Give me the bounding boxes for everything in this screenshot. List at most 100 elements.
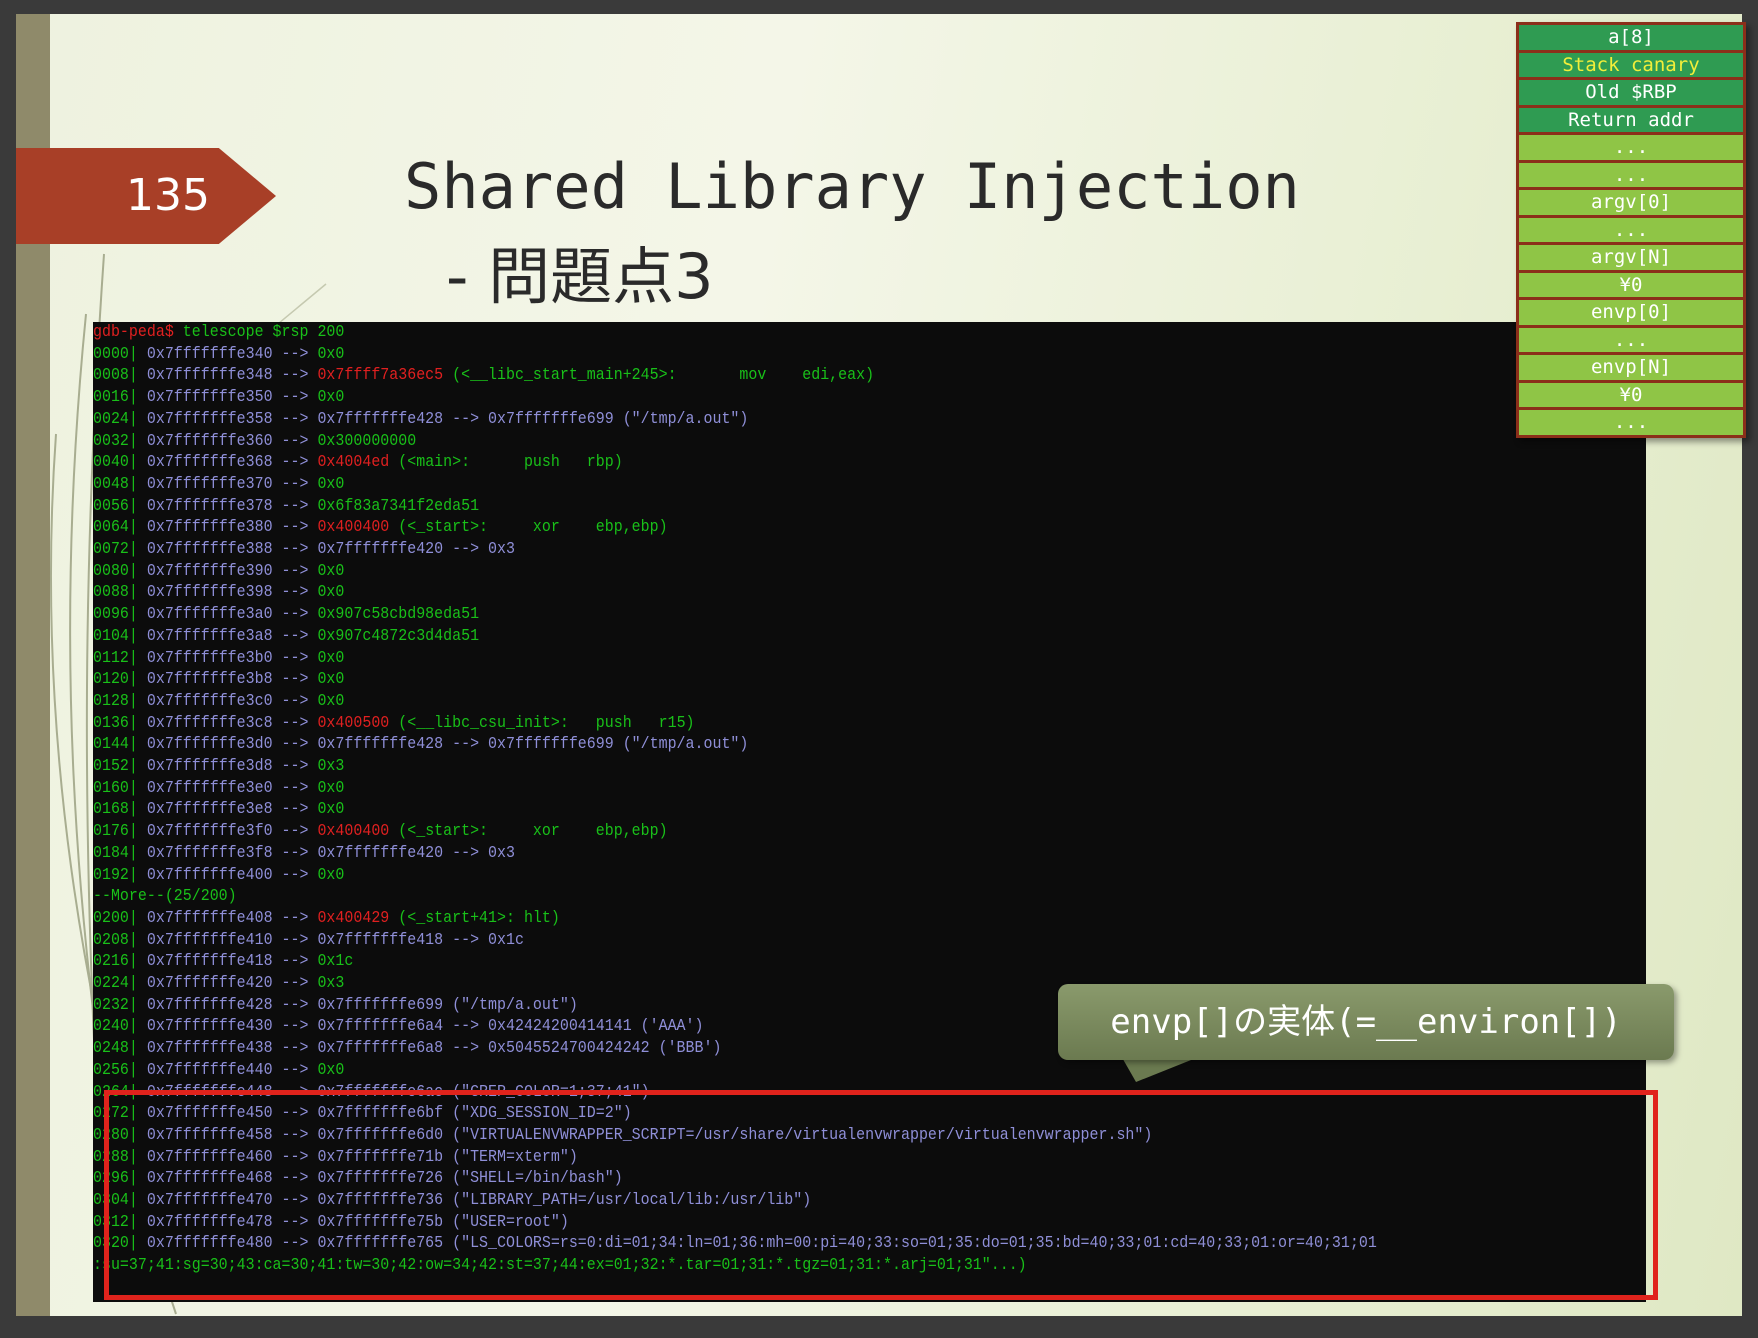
telescope-row: 0160| 0x7fffffffe3e0 --> 0x0	[93, 778, 344, 799]
row-address: 0x7fffffffe3d0	[146, 735, 273, 755]
row-detail: --> 0x42424200414141 ('AAA')	[443, 1017, 704, 1037]
row-value: 0x0	[317, 691, 345, 711]
row-separator: |	[128, 453, 147, 473]
row-value: 0x0	[317, 583, 345, 603]
row-address: 0x7fffffffe3f0	[146, 822, 273, 842]
row-arrow: -->	[272, 409, 318, 429]
row-arrow: -->	[272, 974, 318, 993]
row-arrow: -->	[272, 800, 318, 820]
row-detail: --> 0x7fffffffe699 ("/tmp/a.out")	[443, 409, 749, 429]
row-offset: 0128	[93, 691, 129, 711]
telescope-row: 0080| 0x7fffffffe390 --> 0x0	[93, 561, 344, 582]
row-arrow: -->	[272, 670, 318, 690]
row-arrow: -->	[272, 865, 318, 885]
row-separator: |	[128, 800, 147, 820]
row-separator: |	[128, 648, 147, 668]
row-value: 0x7fffffffe6a4	[317, 1017, 444, 1037]
row-value: 0x0	[317, 1060, 345, 1080]
row-offset: 0072	[93, 540, 129, 559]
stack-cell: Return addr	[1519, 107, 1743, 135]
row-value: 0x7fffffffe428	[317, 735, 444, 755]
row-arrow: -->	[272, 453, 318, 473]
row-detail: --> 0x3	[443, 540, 515, 559]
row-detail: ("/tmp/a.out")	[443, 995, 578, 1015]
row-separator: |	[128, 605, 147, 625]
telescope-row: 0200| 0x7fffffffe408 --> 0x400429 (<_sta…	[93, 908, 560, 929]
row-separator: |	[128, 431, 147, 451]
stack-cell: Stack canary	[1519, 52, 1743, 80]
row-address: 0x7fffffffe3a0	[146, 605, 273, 625]
row-address: 0x7fffffffe3d8	[146, 757, 273, 776]
row-arrow: -->	[272, 540, 318, 559]
row-offset: 0176	[93, 822, 129, 842]
row-value: 0x0	[317, 670, 345, 690]
row-value: 0x0	[317, 561, 345, 581]
row-value: 0x7ffff7a36ec5	[317, 366, 444, 386]
row-offset: 0256	[93, 1060, 129, 1080]
row-detail: --> 0x1c	[443, 930, 524, 950]
gdb-command: telescope $rsp 200	[173, 323, 345, 342]
row-address: 0x7fffffffe3b0	[146, 648, 273, 668]
row-arrow: -->	[272, 626, 318, 646]
telescope-row: 0104| 0x7fffffffe3a8 --> 0x907c4872c3d4d…	[93, 626, 479, 647]
slide-number: 135	[126, 170, 210, 221]
row-detail: (<main>: push rbp)	[389, 453, 623, 473]
row-address: 0x7fffffffe3f8	[146, 843, 273, 863]
row-value: 0x400429	[317, 908, 390, 928]
row-offset: 0024	[93, 409, 129, 429]
row-address: 0x7fffffffe3c0	[146, 691, 273, 711]
row-offset: 0248	[93, 1039, 129, 1059]
row-address: 0x7fffffffe400	[146, 865, 273, 885]
row-value: 0x400400	[317, 822, 390, 842]
telescope-row: 0208| 0x7fffffffe410 --> 0x7fffffffe418 …	[93, 930, 524, 951]
row-offset: 0144	[93, 735, 129, 755]
row-offset: 0224	[93, 974, 129, 993]
telescope-row: 0144| 0x7fffffffe3d0 --> 0x7fffffffe428 …	[93, 734, 748, 755]
telescope-row: 0224| 0x7fffffffe420 --> 0x3	[93, 973, 344, 994]
telescope-row: 0120| 0x7fffffffe3b8 --> 0x0	[93, 669, 344, 690]
row-address: 0x7fffffffe418	[146, 952, 273, 972]
telescope-row: 0112| 0x7fffffffe3b0 --> 0x0	[93, 648, 344, 669]
row-separator: |	[128, 757, 147, 776]
row-separator: |	[128, 518, 147, 538]
row-detail: --> 0x5045524700424242 ('BBB')	[443, 1039, 722, 1059]
row-value: 0x7fffffffe699	[317, 995, 444, 1015]
telescope-row: 0064| 0x7fffffffe380 --> 0x400400 (<_sta…	[93, 517, 668, 538]
telescope-row: 0256| 0x7fffffffe440 --> 0x0	[93, 1060, 344, 1081]
row-arrow: -->	[272, 583, 318, 603]
row-detail: --> 0x3	[443, 843, 515, 863]
row-address: 0x7fffffffe408	[146, 908, 273, 928]
row-value: 0x0	[317, 344, 345, 364]
row-separator: |	[128, 952, 147, 972]
row-offset: 0112	[93, 648, 129, 668]
row-separator: |	[128, 670, 147, 690]
row-arrow: -->	[272, 952, 318, 972]
telescope-row: 0048| 0x7fffffffe370 --> 0x0	[93, 474, 344, 495]
row-value: 0x907c58cbd98eda51	[317, 605, 480, 625]
row-separator: |	[128, 908, 147, 928]
stack-cell: ¥0	[1519, 272, 1743, 300]
stack-cell: Old $RBP	[1519, 80, 1743, 108]
stack-cell: envp[N]	[1519, 355, 1743, 383]
row-arrow: -->	[272, 344, 318, 364]
row-address: 0x7fffffffe438	[146, 1039, 273, 1059]
row-address: 0x7fffffffe388	[146, 540, 273, 559]
callout-bubble: envp[]の実体(=__environ[])	[1058, 984, 1674, 1060]
telescope-row: 0072| 0x7fffffffe388 --> 0x7fffffffe420 …	[93, 539, 515, 560]
row-value: 0x0	[317, 800, 345, 820]
stack-cell: ...	[1519, 410, 1743, 435]
row-separator: |	[128, 366, 147, 386]
row-arrow: -->	[272, 474, 318, 494]
row-offset: 0048	[93, 474, 129, 494]
telescope-row: 0240| 0x7fffffffe430 --> 0x7fffffffe6a4 …	[93, 1016, 704, 1037]
row-value: 0x3	[317, 974, 345, 993]
row-address: 0x7fffffffe410	[146, 930, 273, 950]
row-address: 0x7fffffffe350	[146, 388, 273, 408]
row-offset: 0200	[93, 908, 129, 928]
row-address: 0x7fffffffe358	[146, 409, 273, 429]
stack-cell: ...	[1519, 135, 1743, 163]
row-value: 0x907c4872c3d4da51	[317, 626, 480, 646]
row-address: 0x7fffffffe368	[146, 453, 273, 473]
row-detail: (<_start+41>: hlt)	[389, 908, 560, 928]
telescope-row: 0176| 0x7fffffffe3f0 --> 0x400400 (<_sta…	[93, 821, 668, 842]
